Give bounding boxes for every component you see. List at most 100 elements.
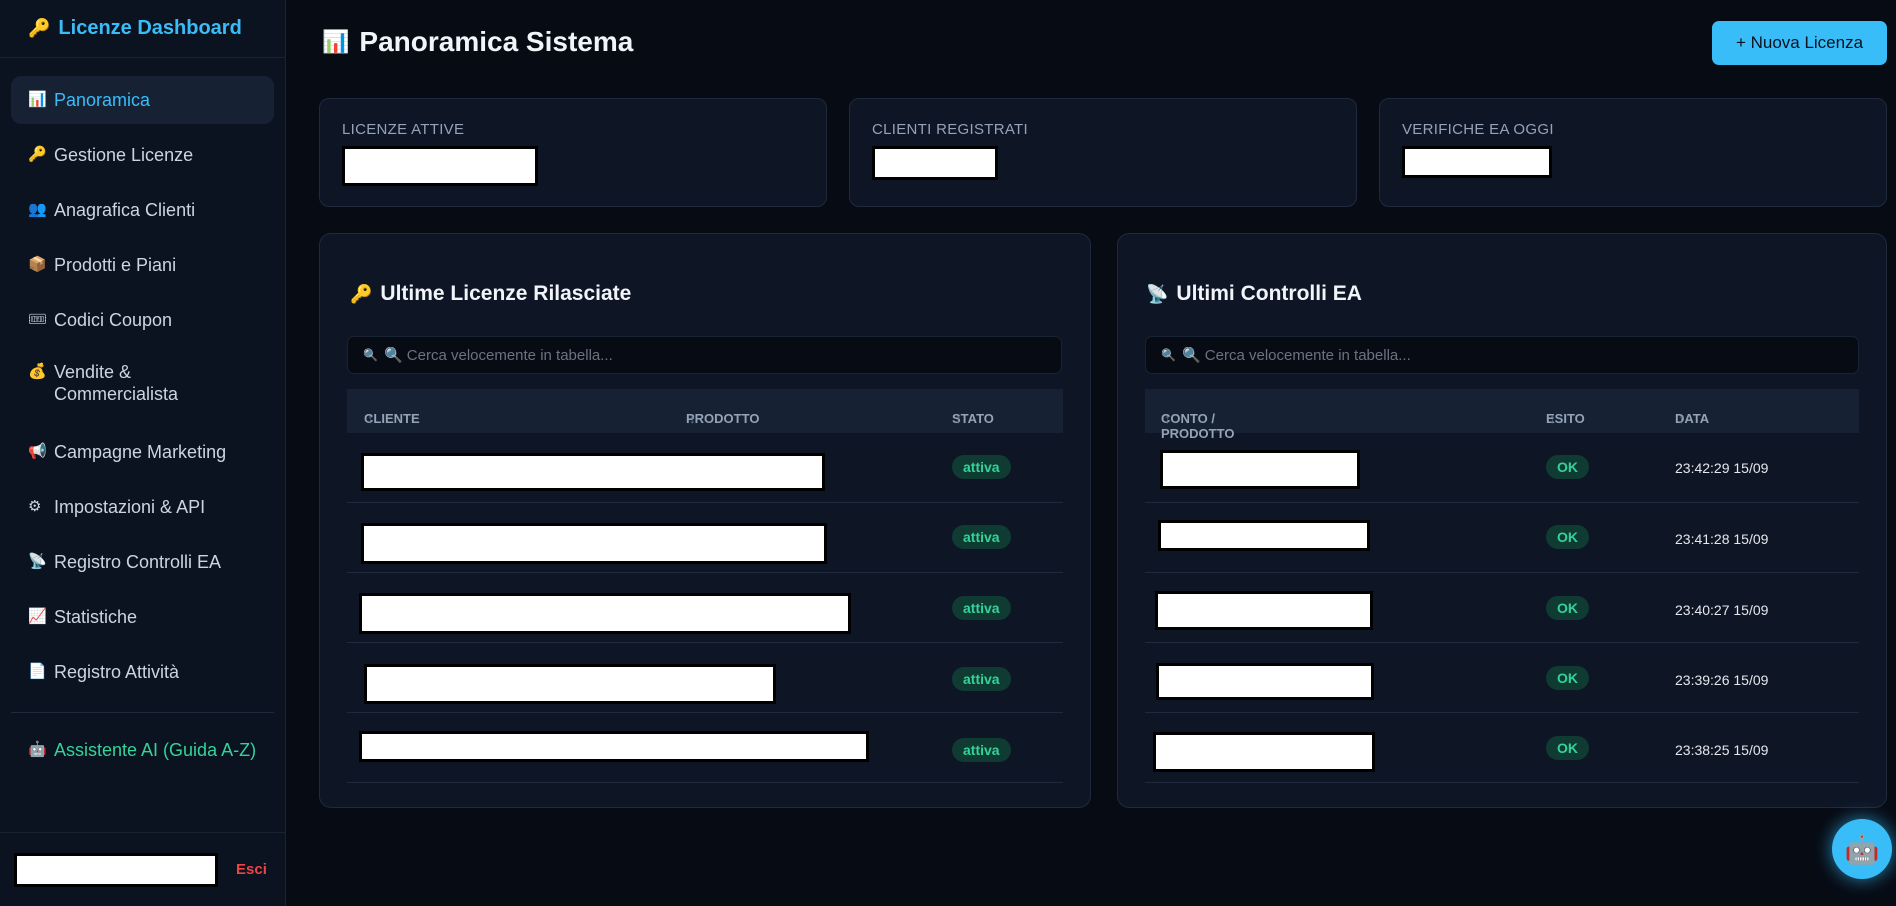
sidebar-item-vendite[interactable]: 💰 Vendite & Commercialista: [11, 351, 274, 421]
table-row[interactable]: attiva: [347, 433, 1063, 503]
stat-label: CLIENTI REGISTRATI: [872, 121, 1028, 138]
stat-value-redacted: [342, 146, 538, 186]
stat-value-redacted: [1402, 146, 1552, 178]
sort-icon: ↕: [1164, 411, 1171, 426]
panel-title-text: Ultimi Controlli EA: [1176, 282, 1362, 305]
sidebar-item-label: Anagrafica Clienti: [54, 200, 196, 220]
search-input[interactable]: [383, 346, 984, 364]
sidebar-item-panoramica[interactable]: 📊 Panoramica: [11, 76, 274, 124]
users-icon: 👥: [28, 201, 47, 218]
table-row[interactable]: attiva: [347, 573, 1063, 643]
sort-icon: ↕: [367, 411, 374, 426]
status-badge: attiva: [952, 525, 1011, 549]
trend-up-icon: 📈: [28, 608, 47, 625]
status-badge: attiva: [952, 738, 1011, 762]
sidebar-item-impostazioni-api[interactable]: ⚙ Impostazioni & API: [11, 483, 274, 531]
page-title: 📊 Panoramica Sistema: [322, 26, 633, 58]
result-badge: OK: [1546, 666, 1589, 690]
sidebar-item-label: Registro Controlli EA: [54, 552, 222, 572]
client-product-redacted: [359, 593, 851, 634]
sidebar-item-label: Gestione Licenze: [54, 145, 194, 165]
key-icon: 🔑: [28, 18, 51, 38]
sidebar-item-label: Campagne Marketing: [54, 442, 227, 462]
status-badge: attiva: [952, 596, 1011, 620]
check-date: 23:42:29 15/09: [1675, 460, 1769, 476]
check-date: 23:39:26 15/09: [1675, 672, 1769, 688]
assistant-fab[interactable]: 🤖: [1832, 819, 1892, 879]
table-row[interactable]: attiva: [347, 503, 1063, 573]
chart-icon: 📊: [322, 29, 350, 54]
sidebar-item-label: Codici Coupon: [54, 310, 173, 330]
search-icon: 🔍: [363, 348, 378, 362]
logout-link[interactable]: Esci: [236, 861, 267, 878]
client-product-redacted: [364, 664, 776, 704]
table-header: CONTO / PRODOTTO ↕ ESITO ↕ DATA ↕: [1145, 389, 1859, 441]
sidebar-item-prodotti-piani[interactable]: 📦 Prodotti e Piani: [11, 241, 274, 289]
licenses-panel: 🔑 Ultime Licenze Rilasciate 🔍 CLIENTE↕ P…: [319, 233, 1091, 808]
sidebar-item-label: Assistente AI (Guida A-Z): [54, 740, 257, 760]
sidebar-item-codici-coupon[interactable]: 🎟 Codici Coupon: [11, 296, 274, 344]
sidebar-item-anagrafica-clienti[interactable]: 👥 Anagrafica Clienti: [11, 186, 274, 234]
client-product-redacted: [359, 731, 869, 762]
money-bag-icon: 💰: [28, 363, 47, 380]
sidebar-item-label: Panoramica: [54, 90, 151, 110]
document-icon: 📄: [28, 663, 47, 680]
table-row[interactable]: OK 23:39:26 15/09: [1145, 643, 1859, 713]
brand-title: Licenze Dashboard: [58, 17, 242, 39]
status-badge: attiva: [952, 667, 1011, 691]
sidebar-item-assistente-ai[interactable]: 🤖 Assistente AI (Guida A-Z): [11, 729, 274, 799]
stat-card-licenze-attive: LICENZE ATTIVE: [319, 98, 827, 207]
account-product-redacted: [1156, 663, 1374, 700]
table-row[interactable]: OK 23:41:28 15/09: [1145, 503, 1859, 573]
table-row[interactable]: attiva: [347, 643, 1063, 713]
new-license-button[interactable]: + Nuova Licenza: [1712, 21, 1887, 65]
page-title-text: Panoramica Sistema: [359, 26, 634, 57]
sidebar-nav: 📊 Panoramica 🔑 Gestione Licenze 👥 Anagra…: [0, 58, 285, 799]
key-icon: 🔑: [28, 146, 47, 163]
sidebar-item-statistiche[interactable]: 📈 Statistiche: [11, 593, 274, 641]
box-icon: 📦: [28, 256, 47, 273]
account-product-redacted: [1158, 520, 1370, 551]
table-row[interactable]: OK 23:38:25 15/09: [1145, 713, 1859, 783]
panel-title: 🔑 Ultime Licenze Rilasciate: [350, 282, 631, 306]
search-icon: 🔍: [1161, 348, 1176, 362]
sidebar-item-registro-controlli-ea[interactable]: 📡 Registro Controlli EA: [11, 538, 274, 586]
client-product-redacted: [361, 523, 827, 564]
panel-title-text: Ultime Licenze Rilasciate: [380, 282, 632, 305]
panel-title: 📡 Ultimi Controlli EA: [1146, 282, 1362, 306]
result-badge: OK: [1546, 736, 1589, 760]
check-date: 23:38:25 15/09: [1675, 742, 1769, 758]
robot-icon: 🤖: [1844, 833, 1880, 865]
brand[interactable]: 🔑 Licenze Dashboard: [0, 0, 285, 58]
satellite-icon: 📡: [28, 553, 47, 570]
stat-label: VERIFICHE EA OGGI: [1402, 121, 1554, 138]
sidebar: 🔑 Licenze Dashboard 📊 Panoramica 🔑 Gesti…: [0, 0, 286, 906]
sort-icon: ↕: [689, 411, 696, 426]
result-badge: OK: [1546, 596, 1589, 620]
table-row[interactable]: OK 23:40:27 15/09: [1145, 573, 1859, 643]
check-date: 23:41:28 15/09: [1675, 531, 1769, 547]
sidebar-item-gestione-licenze[interactable]: 🔑 Gestione Licenze: [11, 131, 274, 179]
account-product-redacted: [1160, 450, 1360, 489]
account-product-redacted: [1153, 732, 1375, 772]
sidebar-item-registro-attivita[interactable]: 📄 Registro Attività: [11, 648, 274, 696]
robot-icon: 🤖: [28, 741, 47, 758]
sidebar-item-campagne-marketing[interactable]: 📢 Campagne Marketing: [11, 428, 274, 476]
sort-icon: ↕: [1549, 411, 1556, 426]
sort-icon: ↕: [1678, 411, 1685, 426]
stat-card-clienti-registrati: CLIENTI REGISTRATI: [849, 98, 1357, 207]
table-row[interactable]: OK 23:42:29 15/09: [1145, 433, 1859, 503]
divider: [11, 712, 274, 713]
key-icon: 🔑: [350, 283, 373, 304]
table-row[interactable]: attiva: [347, 713, 1063, 783]
result-badge: OK: [1546, 455, 1589, 479]
check-date: 23:40:27 15/09: [1675, 602, 1769, 618]
status-badge: attiva: [952, 455, 1011, 479]
chart-icon: 📊: [28, 91, 47, 108]
search-input[interactable]: [1181, 346, 1782, 364]
account-product-redacted: [1155, 591, 1373, 630]
gear-icon: ⚙: [28, 498, 42, 515]
sidebar-item-label: Vendite & Commercialista: [54, 362, 179, 404]
stat-value-redacted: [872, 146, 998, 180]
sidebar-item-label: Prodotti e Piani: [54, 255, 177, 275]
